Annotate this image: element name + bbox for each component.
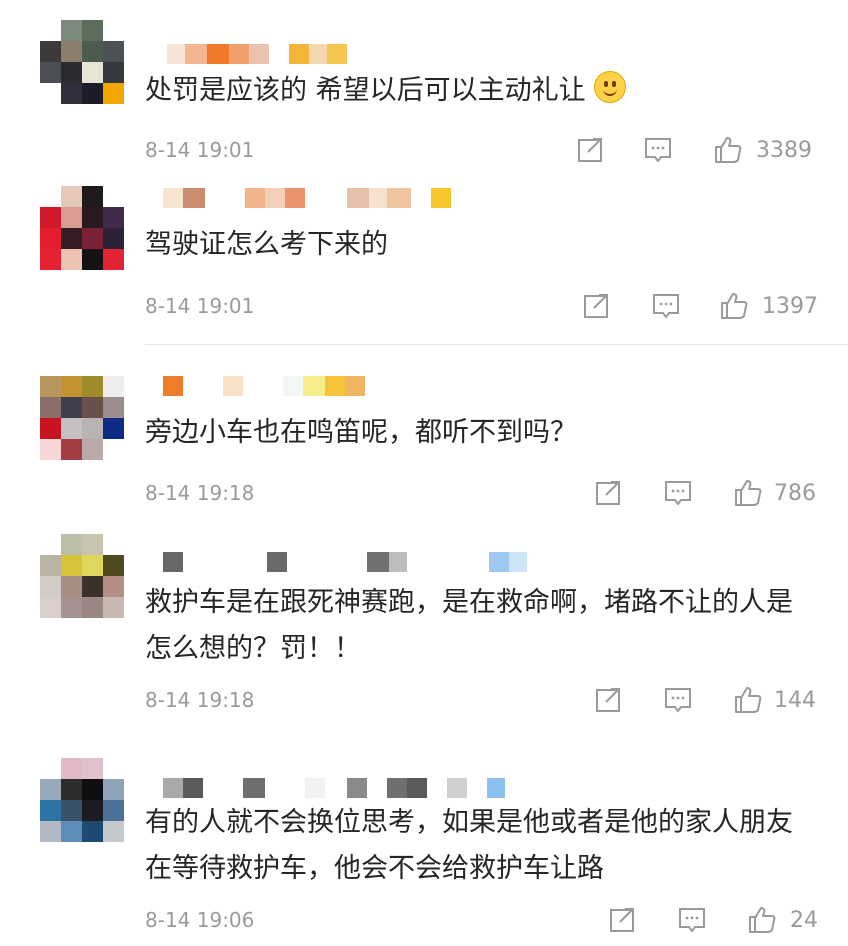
comment-time: 8-14 19:18 bbox=[145, 481, 255, 505]
like-count: 24 bbox=[790, 908, 818, 933]
like-count: 3389 bbox=[756, 138, 812, 163]
comment-text: 处罚是应该的 希望以后可以主动礼让 bbox=[145, 68, 815, 114]
share-icon[interactable] bbox=[592, 684, 624, 716]
comment-time: 8-14 19:06 bbox=[145, 908, 255, 932]
comment-text: 旁边小车也在鸣笛呢，都听不到吗？ bbox=[145, 417, 577, 448]
comment-text: 救护车是在跟死神赛跑，是在救命啊，堵路不让的人是怎么想的？罚！！ bbox=[145, 587, 793, 664]
avatar[interactable] bbox=[40, 376, 124, 460]
thumbs-up-icon[interactable] bbox=[732, 477, 764, 509]
comment-icon[interactable] bbox=[662, 684, 694, 716]
thumbs-up-icon[interactable] bbox=[712, 134, 744, 166]
share-icon[interactable] bbox=[606, 904, 638, 936]
comment-text: 驾驶证怎么考下来的 bbox=[145, 229, 388, 260]
avatar[interactable] bbox=[40, 758, 124, 842]
comment-time: 8-14 19:01 bbox=[145, 138, 255, 162]
comment-icon[interactable] bbox=[676, 904, 708, 936]
thumbs-up-icon[interactable] bbox=[746, 904, 778, 936]
like-count: 144 bbox=[774, 688, 816, 713]
avatar[interactable] bbox=[40, 186, 124, 270]
username-blurred[interactable] bbox=[145, 44, 347, 64]
share-icon[interactable] bbox=[592, 477, 624, 509]
comment-icon[interactable] bbox=[662, 477, 694, 509]
share-icon[interactable] bbox=[580, 290, 612, 322]
share-icon[interactable] bbox=[574, 134, 606, 166]
smile-emoji-icon bbox=[593, 71, 626, 103]
comment-time: 8-14 19:01 bbox=[145, 294, 255, 318]
username-blurred[interactable] bbox=[145, 778, 505, 798]
comment-icon[interactable] bbox=[642, 134, 674, 166]
avatar[interactable] bbox=[40, 20, 124, 104]
comment-icon[interactable] bbox=[650, 290, 682, 322]
username-blurred[interactable] bbox=[145, 376, 365, 396]
username-blurred[interactable] bbox=[145, 552, 527, 572]
thumbs-up-icon[interactable] bbox=[732, 684, 764, 716]
avatar[interactable] bbox=[40, 534, 124, 618]
like-count: 1397 bbox=[762, 294, 818, 319]
like-count: 786 bbox=[774, 481, 816, 506]
comment-time: 8-14 19:18 bbox=[145, 688, 255, 712]
thumbs-up-icon[interactable] bbox=[718, 290, 750, 322]
comment-text: 有的人就不会换位思考，如果是他或者是他的家人朋友在等待救护车，他会不会给救护车让… bbox=[145, 807, 793, 884]
divider bbox=[145, 344, 848, 345]
username-blurred[interactable] bbox=[145, 188, 451, 208]
